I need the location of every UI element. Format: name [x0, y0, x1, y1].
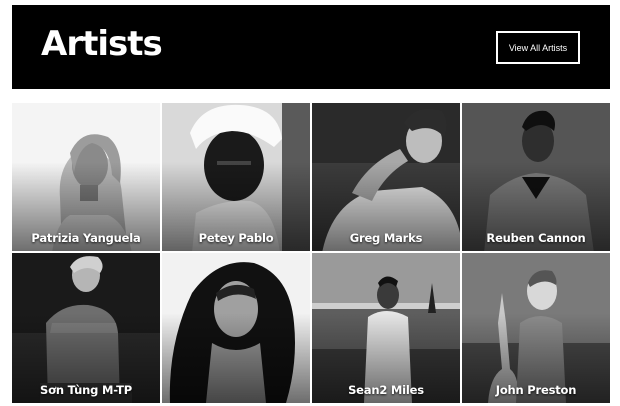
- artist-card-6[interactable]: [162, 253, 310, 403]
- artist-name: Greg Marks: [349, 231, 423, 245]
- artist-card-reuben-cannon[interactable]: Reuben Cannon: [462, 103, 610, 251]
- artist-card-john-preston[interactable]: John Preston: [462, 253, 610, 403]
- name-shade: [162, 313, 310, 403]
- artist-name: Sơn Tùng M-TP: [40, 383, 132, 397]
- page-title: Artists: [41, 24, 163, 64]
- artist-grid: Patrizia Yanguela Petey Pablo Greg Marks: [12, 103, 610, 403]
- page-header: Artists View All Artists: [12, 5, 610, 89]
- artist-card-sean2-miles[interactable]: Sean2 Miles: [312, 253, 460, 403]
- view-all-artists-button[interactable]: View All Artists: [496, 31, 580, 64]
- artist-card-son-tung-mtp[interactable]: Sơn Tùng M-TP: [12, 253, 160, 403]
- artist-card-petey-pablo[interactable]: Petey Pablo: [162, 103, 310, 251]
- artist-card-patrizia-yanguela[interactable]: Patrizia Yanguela: [12, 103, 160, 251]
- artist-name: Petey Pablo: [198, 231, 274, 245]
- artist-name: John Preston: [495, 383, 577, 397]
- artist-name: Reuben Cannon: [486, 231, 586, 245]
- artist-card-greg-marks[interactable]: Greg Marks: [312, 103, 460, 251]
- artist-name: Sean2 Miles: [348, 383, 424, 397]
- artist-name: Patrizia Yanguela: [31, 231, 141, 245]
